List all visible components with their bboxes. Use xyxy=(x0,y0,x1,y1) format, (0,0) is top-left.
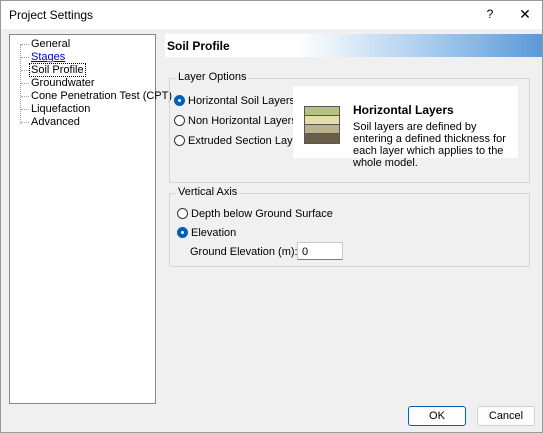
radio-extruded-section-layers[interactable]: Extruded Section Layers xyxy=(174,134,308,148)
sidebar-item-cpt[interactable]: Cone Penetration Test (CPT) xyxy=(21,90,173,103)
radio-unchecked-icon xyxy=(174,114,185,126)
vertical-axis-group: Vertical Axis Depth below Ground Surface… xyxy=(169,186,530,267)
layer-options-legend: Layer Options xyxy=(176,71,249,83)
radio-non-horizontal-layers[interactable]: Non Horizontal Layers xyxy=(174,114,297,128)
radio-checked-icon xyxy=(177,226,188,238)
ground-elevation-label: Ground Elevation (m): xyxy=(190,246,298,258)
cancel-button[interactable]: Cancel xyxy=(477,406,535,426)
sidebar-item-liquefaction[interactable]: Liquefaction xyxy=(21,103,91,116)
dialog-title: Project Settings xyxy=(9,8,94,22)
sidebar-item-general[interactable]: General xyxy=(21,38,71,51)
help-icon[interactable]: ? xyxy=(481,5,499,23)
soil-layers-icon xyxy=(304,106,340,144)
radio-checked-icon xyxy=(174,94,185,106)
sidebar-item-groundwater[interactable]: Groundwater xyxy=(21,77,96,90)
radio-unchecked-icon xyxy=(174,134,185,146)
vertical-axis-legend: Vertical Axis xyxy=(176,186,240,198)
info-description: Soil layers are defined by entering a de… xyxy=(353,121,506,169)
info-title: Horizontal Layers xyxy=(353,103,454,117)
title-bar: Project Settings ? ✕ xyxy=(1,1,542,29)
radio-unchecked-icon xyxy=(177,207,188,219)
settings-panel: Soil Profile Layer Options Horizontal So… xyxy=(165,34,542,402)
layer-info-box: Horizontal Layers Soil layers are define… xyxy=(293,86,518,169)
sidebar-item-soil-profile[interactable]: Soil Profile xyxy=(21,63,86,77)
settings-tree: General Stages Soil Profile Groundwater … xyxy=(9,34,172,404)
project-settings-dialog: Project Settings ? ✕ General Stages Soil… xyxy=(0,0,543,433)
panel-header: Soil Profile xyxy=(165,34,542,57)
panel-title: Soil Profile xyxy=(167,39,230,53)
radio-depth-below-ground[interactable]: Depth below Ground Surface xyxy=(177,207,333,221)
sidebar-item-advanced[interactable]: Advanced xyxy=(21,116,81,129)
ground-elevation-input[interactable]: 0 xyxy=(297,242,343,260)
sidebar-item-stages[interactable]: Stages xyxy=(21,51,66,64)
radio-horizontal-soil-layers[interactable]: Horizontal Soil Layers xyxy=(174,94,295,108)
ok-button[interactable]: OK xyxy=(408,406,466,426)
close-icon[interactable]: ✕ xyxy=(516,5,534,23)
radio-elevation[interactable]: Elevation xyxy=(177,226,236,240)
